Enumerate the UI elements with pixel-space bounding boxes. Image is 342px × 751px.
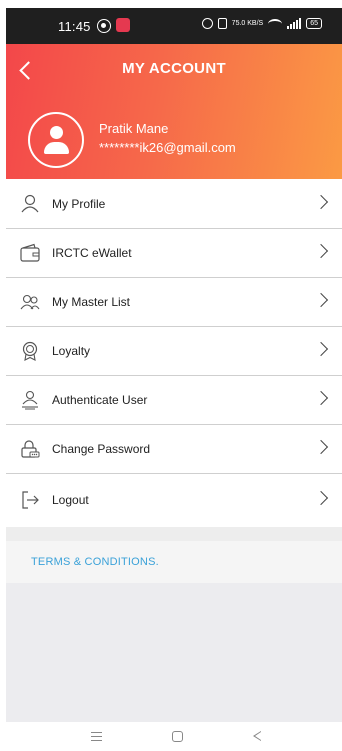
section-divider [6, 527, 342, 541]
menu-item-label: Authenticate User [52, 393, 148, 407]
vibrate-icon [217, 18, 227, 29]
network-speed: 75.0 KB/S [231, 20, 264, 27]
app-notification-icon [116, 18, 130, 32]
back-triangle-icon[interactable] [253, 731, 261, 741]
user-name: Pratik Mane [99, 121, 169, 136]
badge-icon [22, 341, 38, 361]
avatar-body [44, 142, 69, 154]
signal-icon [287, 18, 302, 29]
terms-section: TERMS & CONDITIONS. [6, 541, 342, 583]
account-menu: My Profile IRCTC eWallet My Master List … [6, 180, 342, 526]
chevron-right-icon [313, 341, 329, 357]
menu-item-label: My Master List [52, 295, 131, 309]
menu-item-label: My Profile [52, 197, 106, 211]
page-title: MY ACCOUNT [122, 60, 226, 77]
chevron-right-icon [313, 292, 329, 308]
user-outline-icon [21, 194, 39, 213]
wallet-icon [20, 243, 40, 262]
chevron-right-icon [313, 490, 329, 506]
menu-item-label: Logout [52, 493, 89, 507]
menu-item-logout[interactable]: Logout [6, 474, 342, 526]
status-icons: 75.0 KB/S 65 [201, 18, 322, 29]
menu-item-authenticate-user[interactable]: Authenticate User [6, 376, 342, 425]
alarm-icon [201, 18, 213, 29]
battery-icon: 65 [306, 18, 322, 29]
terms-link[interactable]: TERMS & CONDITIONS. [31, 556, 159, 568]
chevron-right-icon [313, 390, 329, 406]
user-email: ********ik26@gmail.com [99, 140, 236, 155]
account-header: MY ACCOUNT Pratik Mane ********ik26@gmai… [6, 44, 342, 179]
users-icon [20, 294, 40, 310]
wifi-icon [268, 18, 283, 29]
status-time: 11:45 [58, 18, 91, 34]
menu-item-my-master-list[interactable]: My Master List [6, 278, 342, 327]
status-bar: 11:45 75.0 KB/S 65 [6, 8, 342, 44]
avatar[interactable] [28, 112, 84, 168]
menu-item-change-password[interactable]: Change Password [6, 425, 342, 474]
chevron-right-icon [313, 439, 329, 455]
menu-item-loyalty[interactable]: Loyalty [6, 327, 342, 376]
logout-icon [22, 491, 39, 509]
home-icon[interactable] [172, 731, 183, 742]
menu-item-my-profile[interactable]: My Profile [6, 180, 342, 229]
recent-apps-icon[interactable] [91, 732, 102, 741]
menu-item-label: Loyalty [52, 344, 91, 358]
chevron-right-icon [313, 194, 329, 210]
menu-item-label: Change Password [52, 442, 151, 456]
whatsapp-icon [97, 19, 111, 33]
avatar-head [50, 126, 63, 139]
lock-icon [21, 440, 40, 458]
menu-item-irctc-ewallet[interactable]: IRCTC eWallet [6, 229, 342, 278]
navigation-bar [0, 722, 342, 751]
empty-area [6, 583, 342, 722]
chevron-right-icon [313, 243, 329, 259]
authenticate-icon [22, 390, 38, 410]
menu-item-label: IRCTC eWallet [52, 246, 132, 260]
